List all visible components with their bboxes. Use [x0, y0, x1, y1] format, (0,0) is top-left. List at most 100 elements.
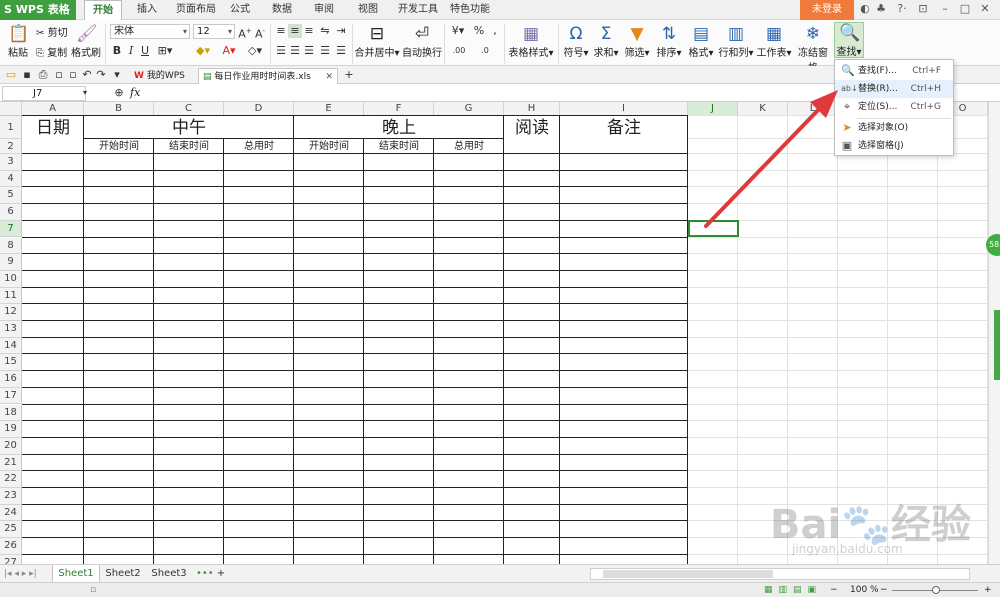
row-header[interactable]: 23	[0, 488, 22, 505]
menu-replace[interactable]: ab↓ 替换(R)... Ctrl+H	[835, 80, 953, 98]
export-icon[interactable]: ▫	[66, 68, 80, 82]
subheader-cell[interactable]: 结束时间	[364, 140, 434, 154]
column-header[interactable]: B	[84, 102, 154, 116]
close-icon[interactable]: ✕	[978, 2, 992, 16]
symbol-button[interactable]: Ω 符号▾	[562, 24, 590, 59]
fx-button[interactable]: fx	[130, 86, 140, 99]
restore-ribbon-icon[interactable]: ⊡	[916, 2, 930, 16]
paste-button[interactable]: 📋 粘贴	[4, 24, 32, 59]
column-header[interactable]: F	[364, 102, 434, 116]
menu-goto[interactable]: ⌖ 定位(S)... Ctrl+G	[835, 98, 953, 116]
new-tab-icon[interactable]: +	[342, 68, 356, 82]
row-header[interactable]: 2	[0, 139, 22, 154]
undo-icon[interactable]: ↶	[80, 68, 94, 82]
menu-find[interactable]: 🔍 查找(F)... Ctrl+F	[835, 62, 953, 80]
column-header[interactable]: J	[688, 102, 738, 116]
align-left-icon[interactable]: ☰	[274, 44, 288, 58]
tab-current-file[interactable]: ▤ 每日作业用时时间表.xls ✕	[198, 68, 338, 84]
column-header[interactable]: C	[154, 102, 224, 116]
column-header[interactable]: E	[294, 102, 364, 116]
row-header[interactable]: 18	[0, 404, 22, 422]
sheet-nav-icon[interactable]: |◂ ◂ ▸ ▸|	[4, 565, 37, 583]
align-right-icon[interactable]: ☰	[302, 44, 316, 58]
row-header[interactable]: 12	[0, 304, 22, 321]
header-cell[interactable]: 晚上	[294, 118, 504, 138]
shirt-icon[interactable]: ♣	[874, 2, 888, 16]
column-header[interactable]: D	[224, 102, 294, 116]
decrease-font-icon[interactable]: A-	[253, 24, 267, 41]
menu-select-objects[interactable]: ➤ 选择对象(O)	[835, 119, 953, 137]
align-center-icon[interactable]: ☰	[288, 44, 302, 58]
zoom-level[interactable]: 100 %	[850, 583, 879, 598]
column-header[interactable]: K	[738, 102, 788, 116]
font-color-icon[interactable]: A▾	[218, 44, 240, 58]
fill-color-icon[interactable]: ◆▾	[192, 44, 214, 58]
save-icon[interactable]: ▪	[20, 68, 34, 82]
tab-view[interactable]: 视图	[352, 0, 384, 20]
side-panel-handle[interactable]	[994, 310, 1000, 380]
bold-icon[interactable]: B	[110, 44, 124, 58]
underline-icon[interactable]: U	[138, 44, 152, 58]
merge-center-button[interactable]: ⊟ 合并居中▾	[354, 24, 400, 59]
borders-icon[interactable]: ⊞▾	[154, 44, 176, 58]
column-header[interactable]: H	[504, 102, 560, 116]
font-size-select[interactable]: 12 ▾	[193, 24, 235, 39]
orientation-icon[interactable]: ⇋	[318, 24, 332, 38]
decrease-decimal-icon[interactable]: .0	[474, 44, 496, 58]
tab-insert[interactable]: 插入	[128, 0, 166, 20]
tab-my-wps[interactable]: W 我的WPS	[130, 68, 196, 84]
tab-special[interactable]: 特色功能	[444, 0, 496, 20]
column-header[interactable]: G	[434, 102, 504, 116]
tab-page-layout[interactable]: 页面布局	[170, 0, 222, 20]
row-header[interactable]: 14	[0, 337, 22, 355]
find-button[interactable]: 🔍 查找▾	[834, 22, 864, 58]
row-header[interactable]: 13	[0, 321, 22, 338]
column-header[interactable]: L	[788, 102, 838, 116]
row-header[interactable]: 21	[0, 454, 22, 472]
justify-icon[interactable]: ☰	[318, 44, 332, 58]
header-cell[interactable]: 日期	[22, 118, 84, 138]
row-header[interactable]: 11	[0, 287, 22, 305]
print-icon[interactable]: ⎙	[36, 68, 50, 82]
row-header[interactable]: 3	[0, 154, 22, 171]
align-bottom-icon[interactable]: ≡	[302, 24, 316, 38]
header-cell[interactable]: 阅读	[504, 118, 560, 138]
login-button[interactable]: 未登录	[800, 0, 854, 20]
subheader-cell[interactable]: 总用时	[224, 140, 294, 154]
row-header[interactable]: 7	[0, 220, 22, 238]
increase-decimal-icon[interactable]: .00	[448, 44, 470, 58]
zoom-out-icon[interactable]: −	[830, 583, 838, 598]
row-header[interactable]: 8	[0, 237, 22, 255]
zoom-minus-icon[interactable]: −	[880, 583, 888, 598]
worksheet-button[interactable]: ▦ 工作表▾	[756, 24, 792, 59]
subheader-cell[interactable]: 总用时	[434, 140, 504, 154]
subheader-cell[interactable]: 开始时间	[84, 140, 154, 154]
comma-icon[interactable]: ,	[488, 24, 502, 38]
sort-button[interactable]: ⇅ 排序▾	[654, 24, 684, 59]
format-painter-button[interactable]: 🖌 格式刷	[70, 24, 102, 59]
select-all-corner[interactable]	[0, 102, 22, 116]
name-box[interactable]: J7	[2, 86, 86, 101]
header-cell[interactable]: 中午	[84, 118, 294, 138]
header-cell[interactable]: 备注	[560, 118, 688, 138]
row-header[interactable]: 6	[0, 204, 22, 221]
filter-button[interactable]: ▼ 筛选▾	[622, 24, 652, 59]
format-button[interactable]: ▤ 格式▾	[686, 24, 716, 59]
tab-home[interactable]: 开始	[84, 0, 122, 20]
zoom-formula-icon[interactable]: ⊕	[112, 86, 126, 100]
row-header[interactable]: 19	[0, 421, 22, 438]
tab-developer[interactable]: 开发工具	[392, 0, 444, 20]
add-sheet-icon[interactable]: +	[214, 565, 228, 583]
column-header[interactable]: I	[560, 102, 688, 116]
close-tab-icon[interactable]: ✕	[325, 69, 333, 85]
sheet-tab-1[interactable]: Sheet1	[52, 565, 100, 583]
menu-selection-pane[interactable]: ▣ 选择窗格(J)	[835, 137, 953, 155]
minimize-icon[interactable]: –	[938, 2, 952, 16]
distributed-icon[interactable]: ☰	[334, 44, 348, 58]
view-mode-icons[interactable]: ▦▥▤▣	[764, 583, 822, 598]
app-menu-button[interactable]: S WPS 表格 ▾	[0, 0, 76, 36]
subheader-cell[interactable]: 开始时间	[294, 140, 364, 154]
font-name-select[interactable]: 宋体 ▾	[110, 24, 190, 39]
selected-cell[interactable]	[688, 219, 739, 238]
customize-icon[interactable]: ▾	[110, 68, 124, 82]
